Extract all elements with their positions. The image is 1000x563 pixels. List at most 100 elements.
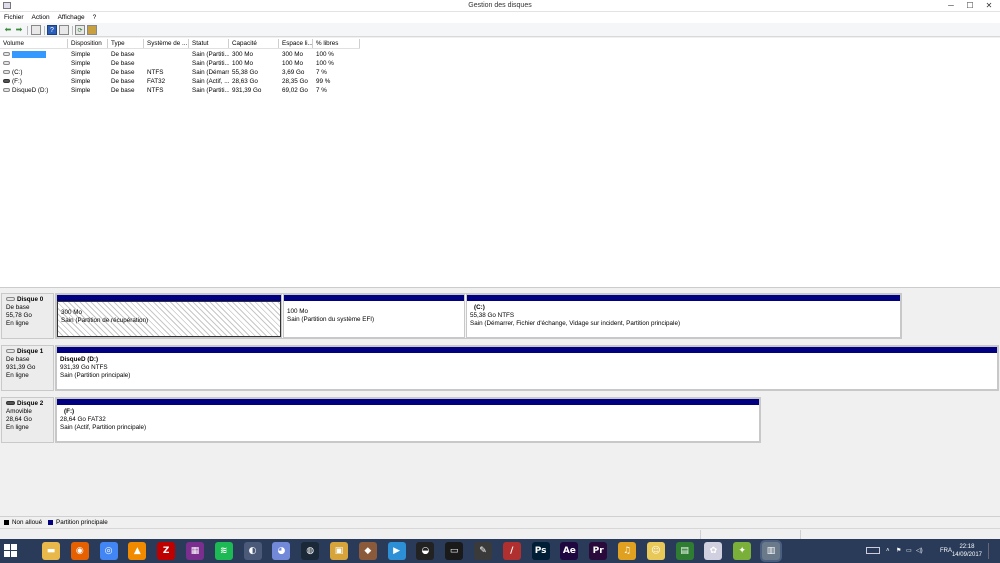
menu-help[interactable]: ? xyxy=(89,12,101,23)
volume-name: DisqueD (D:) xyxy=(12,87,49,94)
partition-recovery[interactable]: 300 Mo Sain (Partition de récupération) xyxy=(56,294,282,338)
menu-fichier[interactable]: Fichier xyxy=(0,12,28,23)
partition-d[interactable]: DisqueD (D:) 931,39 Go NTFS Sain (Partit… xyxy=(56,346,998,390)
partition-name: DisqueD (D:) xyxy=(60,356,99,363)
disk-icon xyxy=(6,349,15,354)
volume-cell: (F:) xyxy=(0,77,68,86)
volume-disk-icon xyxy=(3,61,10,66)
help-icon[interactable]: ? xyxy=(47,25,57,35)
partition-c[interactable]: (C:) 55,38 Go NTFS Sain (Démarrer, Fichi… xyxy=(466,294,901,338)
disk-2-label[interactable]: Disque 2 Amovible 28,64 Go En ligne xyxy=(1,397,54,443)
column-header-free-space[interactable]: Espace li... xyxy=(279,39,313,48)
chevron-up-icon[interactable]: ˄ xyxy=(886,539,890,563)
clock-time: 22:18 xyxy=(959,544,975,550)
properties-icon[interactable] xyxy=(59,25,69,35)
disk-management-icon[interactable]: ▥ xyxy=(762,542,780,560)
file-explorer-icon[interactable]: ▬ xyxy=(42,542,60,560)
removable-disk-icon xyxy=(3,79,10,84)
free-space-cell: 69,02 Go xyxy=(282,87,308,94)
audio-icon[interactable]: ♫ xyxy=(618,542,636,560)
volume-disk-icon xyxy=(3,70,10,75)
table-row[interactable]: Simple De base Sain (Partiti... 100 Mo 1… xyxy=(0,59,360,68)
spreadsheet-icon[interactable]: ▤ xyxy=(675,542,694,560)
flag-icon[interactable]: ⚑ xyxy=(896,539,901,563)
column-header-disposition[interactable]: Disposition xyxy=(68,39,108,48)
clock[interactable]: 22:18 14/09/2017 xyxy=(952,543,982,559)
character-icon[interactable]: ☺ xyxy=(646,542,665,560)
keyboard-icon[interactable] xyxy=(866,547,880,554)
percent-free-cell: 100 % xyxy=(316,60,334,67)
layout-cell: Simple xyxy=(71,87,91,94)
volume-list[interactable]: Volume Disposition Type Système de ... S… xyxy=(0,38,1000,288)
menu-affichage[interactable]: Affichage xyxy=(54,12,89,23)
premiere-icon[interactable]: Pr xyxy=(589,542,608,560)
disk-size: 28,64 Go xyxy=(6,416,32,423)
chrome-icon[interactable]: ◎ xyxy=(99,542,118,560)
utility-icon[interactable]: ✦ xyxy=(733,542,752,560)
obs-icon[interactable]: ◒ xyxy=(416,542,435,560)
partition-size: 28,64 Go FAT32 xyxy=(60,416,106,423)
steam-icon[interactable]: ◍ xyxy=(301,542,320,560)
disk-0-label[interactable]: Disque 0 De base 55,78 Go En ligne xyxy=(1,293,54,339)
taskbar: ▬ ◉ ◎ ▲ Z ▦ ≋ ◐ ◕ ◍ ▣ ◆ ▶ ◒ ▭ ✎ / Ps Ae Pr ♫ ☺ ▤ ✿ ✦ ▥ ˄ ⚑ ▭ ◁) F… xyxy=(0,539,1000,563)
column-header-type[interactable]: Type xyxy=(108,39,144,48)
table-row[interactable]: Simple De base Sain (Partiti... 300 Mo 3… xyxy=(0,50,360,59)
table-row[interactable]: (C:) Simple De base NTFS Sain (Démarr...… xyxy=(0,68,360,77)
legend-swatch xyxy=(4,520,9,525)
minimize-button[interactable]: ─ xyxy=(942,0,960,11)
spotify-icon[interactable]: ≋ xyxy=(214,542,233,560)
media-icon[interactable]: ▣ xyxy=(330,542,348,560)
discord-icon[interactable]: ◕ xyxy=(272,542,291,560)
toolbar-separator xyxy=(72,26,73,35)
winrar-icon[interactable]: ▦ xyxy=(186,542,204,560)
column-header-capacity[interactable]: Capacité xyxy=(229,39,279,48)
language-indicator[interactable]: FRA xyxy=(940,539,952,563)
firefox-icon[interactable]: ◉ xyxy=(70,542,89,560)
pen-icon[interactable]: / xyxy=(502,542,521,560)
network-icon[interactable]: ▭ xyxy=(906,539,912,563)
disk-1-label[interactable]: Disque 1 De base 931,39 Go En ligne xyxy=(1,345,54,391)
menu-bar: Fichier Action Affichage? xyxy=(0,12,1000,23)
legend-swatch xyxy=(48,520,53,525)
disk-properties-icon[interactable] xyxy=(87,25,97,35)
status-cell: Sain (Partiti... xyxy=(192,60,229,67)
partition-size: 100 Mo xyxy=(287,308,309,315)
photoshop-icon[interactable]: Ps xyxy=(531,542,550,560)
disk-size: 931,39 Go xyxy=(6,364,36,371)
forward-icon[interactable]: ➡ xyxy=(14,25,24,35)
console-tree-icon[interactable] xyxy=(31,25,41,35)
capacity-cell: 28,63 Go xyxy=(232,78,258,85)
partition-efi[interactable]: 100 Mo Sain (Partition du système EFI) xyxy=(283,294,465,338)
legend-primary-partition: Partition principale xyxy=(48,519,108,526)
toolbar-separator xyxy=(27,26,28,35)
maximize-button[interactable]: ☐ xyxy=(961,0,979,11)
column-header-status[interactable]: Statut xyxy=(189,39,229,48)
after-effects-icon[interactable]: Ae xyxy=(560,542,579,560)
gamepad-icon[interactable]: ◐ xyxy=(243,542,262,560)
column-header-percent-free[interactable]: % libres xyxy=(313,39,360,48)
vlc-icon[interactable]: ▲ xyxy=(128,542,147,560)
player-icon[interactable]: ▶ xyxy=(387,542,406,560)
menu-action[interactable]: Action xyxy=(28,12,54,23)
disk-state: En ligne xyxy=(6,320,29,327)
partition-f[interactable]: (F:) 28,64 Go FAT32 Sain (Actif, Partiti… xyxy=(56,398,760,442)
table-row[interactable]: DisqueD (D:) Simple De base NTFS Sain (P… xyxy=(0,86,360,95)
column-header-volume[interactable]: Volume xyxy=(0,39,68,48)
game-icon[interactable]: ◆ xyxy=(358,542,377,560)
filesystem-cell: NTFS xyxy=(147,69,164,76)
column-header-filesystem[interactable]: Système de ... xyxy=(144,39,189,48)
type-cell: De base xyxy=(111,78,135,85)
show-desktop-button[interactable] xyxy=(988,543,996,559)
disk-kind: Amovible xyxy=(6,408,32,415)
tool-icon[interactable]: ✎ xyxy=(474,542,492,560)
refresh-icon[interactable]: ⟳ xyxy=(75,25,85,35)
monitor-icon[interactable]: ▭ xyxy=(445,542,464,560)
close-button[interactable]: ✕ xyxy=(980,0,998,11)
status-cell: Sain (Démarr... xyxy=(192,69,229,76)
windows-start-icon[interactable] xyxy=(4,544,18,558)
app-icon[interactable]: ✿ xyxy=(704,542,723,560)
filezilla-icon[interactable]: Z xyxy=(157,542,176,560)
table-row[interactable]: (F:) Simple De base FAT32 Sain (Actif, .… xyxy=(0,77,360,86)
volume-icon[interactable]: ◁) xyxy=(916,539,923,563)
back-icon[interactable]: ⬅ xyxy=(3,25,13,35)
